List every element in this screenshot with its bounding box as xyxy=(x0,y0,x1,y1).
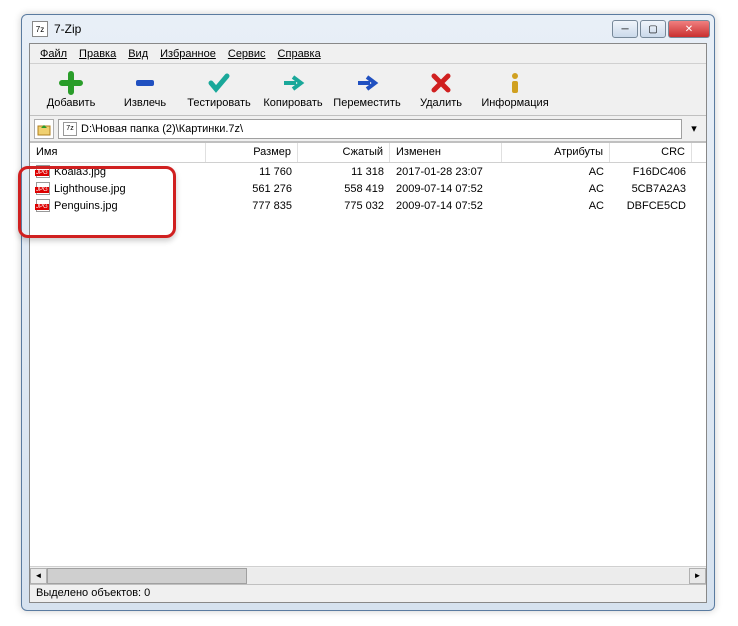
file-packed: 558 419 xyxy=(298,182,390,196)
menu-favorites[interactable]: Избранное xyxy=(154,46,222,62)
file-name: Koala3.jpg xyxy=(54,166,106,178)
app-icon: 7z xyxy=(32,21,48,37)
delete-x-icon xyxy=(429,71,453,95)
file-attributes: AC xyxy=(502,165,610,179)
jpg-icon xyxy=(36,165,50,178)
menubar: Файл Правка Вид Избранное Сервис Справка xyxy=(30,44,706,64)
info-icon xyxy=(503,71,527,95)
table-row[interactable]: Penguins.jpg 777 835775 0322009-07-14 07:… xyxy=(30,197,706,214)
file-modified: 2009-07-14 07:52 xyxy=(390,182,502,196)
menu-edit[interactable]: Правка xyxy=(73,46,122,62)
toolbar: Добавить Извлечь Тестировать Копировать … xyxy=(30,64,706,116)
table-row[interactable]: Koala3.jpg 11 76011 3182017-01-28 23:07AC… xyxy=(30,163,706,180)
address-input[interactable]: 7z D:\Новая папка (2)\Картинки.7z\ xyxy=(58,119,682,139)
status-bar: Выделено объектов: 0 xyxy=(30,584,706,602)
move-arrow-icon xyxy=(355,71,379,95)
file-modified: 2009-07-14 07:52 xyxy=(390,199,502,213)
minimize-button[interactable]: ─ xyxy=(612,20,638,38)
add-button[interactable]: Добавить xyxy=(34,66,108,114)
menu-help[interactable]: Справка xyxy=(272,46,327,62)
scroll-right-button[interactable]: ► xyxy=(689,568,706,584)
file-size: 11 760 xyxy=(206,165,298,179)
scroll-track[interactable] xyxy=(47,568,689,584)
file-modified: 2017-01-28 23:07 xyxy=(390,165,502,179)
extract-button[interactable]: Извлечь xyxy=(108,66,182,114)
file-list: Имя Размер Сжатый Изменен Атрибуты CRC K… xyxy=(30,142,706,566)
header-crc[interactable]: CRC xyxy=(610,143,692,162)
jpg-icon xyxy=(36,182,50,195)
file-name: Penguins.jpg xyxy=(54,200,118,212)
header-name[interactable]: Имя xyxy=(30,143,206,162)
minus-icon xyxy=(133,71,157,95)
address-bar: 7z D:\Новая папка (2)\Картинки.7z\ ▾ xyxy=(30,116,706,142)
scroll-left-button[interactable]: ◄ xyxy=(30,568,47,584)
up-button[interactable] xyxy=(34,119,54,139)
move-button[interactable]: Переместить xyxy=(330,66,404,114)
file-size: 561 276 xyxy=(206,182,298,196)
header-size[interactable]: Размер xyxy=(206,143,298,162)
header-attributes[interactable]: Атрибуты xyxy=(502,143,610,162)
header-packed[interactable]: Сжатый xyxy=(298,143,390,162)
address-path: D:\Новая папка (2)\Картинки.7z\ xyxy=(81,123,243,135)
titlebar[interactable]: 7z 7-Zip ─ ▢ ✕ xyxy=(22,15,714,43)
info-button[interactable]: Информация xyxy=(478,66,552,114)
plus-icon xyxy=(59,71,83,95)
folder-up-icon xyxy=(37,122,51,136)
test-button[interactable]: Тестировать xyxy=(182,66,256,114)
file-packed: 775 032 xyxy=(298,199,390,213)
file-crc: 5CB7A2A3 xyxy=(610,182,692,196)
file-packed: 11 318 xyxy=(298,165,390,179)
client-area: Файл Правка Вид Избранное Сервис Справка… xyxy=(29,43,707,603)
table-row[interactable]: Lighthouse.jpg 561 276558 4192009-07-14 0… xyxy=(30,180,706,197)
column-headers: Имя Размер Сжатый Изменен Атрибуты CRC xyxy=(30,143,706,163)
file-name: Lighthouse.jpg xyxy=(54,183,126,195)
scroll-thumb[interactable] xyxy=(47,568,247,584)
file-size: 777 835 xyxy=(206,199,298,213)
file-rows: Koala3.jpg11 76011 3182017-01-28 23:07AC… xyxy=(30,163,706,214)
menu-view[interactable]: Вид xyxy=(122,46,154,62)
menu-file[interactable]: Файл xyxy=(34,46,73,62)
header-modified[interactable]: Изменен xyxy=(390,143,502,162)
check-icon xyxy=(207,71,231,95)
archive-icon: 7z xyxy=(63,122,77,136)
jpg-icon xyxy=(36,199,50,212)
status-text: Выделено объектов: 0 xyxy=(36,587,150,599)
app-window: 7z 7-Zip ─ ▢ ✕ Файл Правка Вид Избранное… xyxy=(21,14,715,611)
address-dropdown[interactable]: ▾ xyxy=(686,119,702,139)
maximize-button[interactable]: ▢ xyxy=(640,20,666,38)
file-attributes: AC xyxy=(502,199,610,213)
copy-button[interactable]: Копировать xyxy=(256,66,330,114)
file-crc: F16DC406 xyxy=(610,165,692,179)
delete-button[interactable]: Удалить xyxy=(404,66,478,114)
horizontal-scrollbar: ◄ ► xyxy=(30,566,706,584)
close-button[interactable]: ✕ xyxy=(668,20,710,38)
copy-arrow-icon xyxy=(281,71,305,95)
file-attributes: AC xyxy=(502,182,610,196)
file-crc: DBFCE5CD xyxy=(610,199,692,213)
menu-tools[interactable]: Сервис xyxy=(222,46,272,62)
window-title: 7-Zip xyxy=(54,22,612,36)
